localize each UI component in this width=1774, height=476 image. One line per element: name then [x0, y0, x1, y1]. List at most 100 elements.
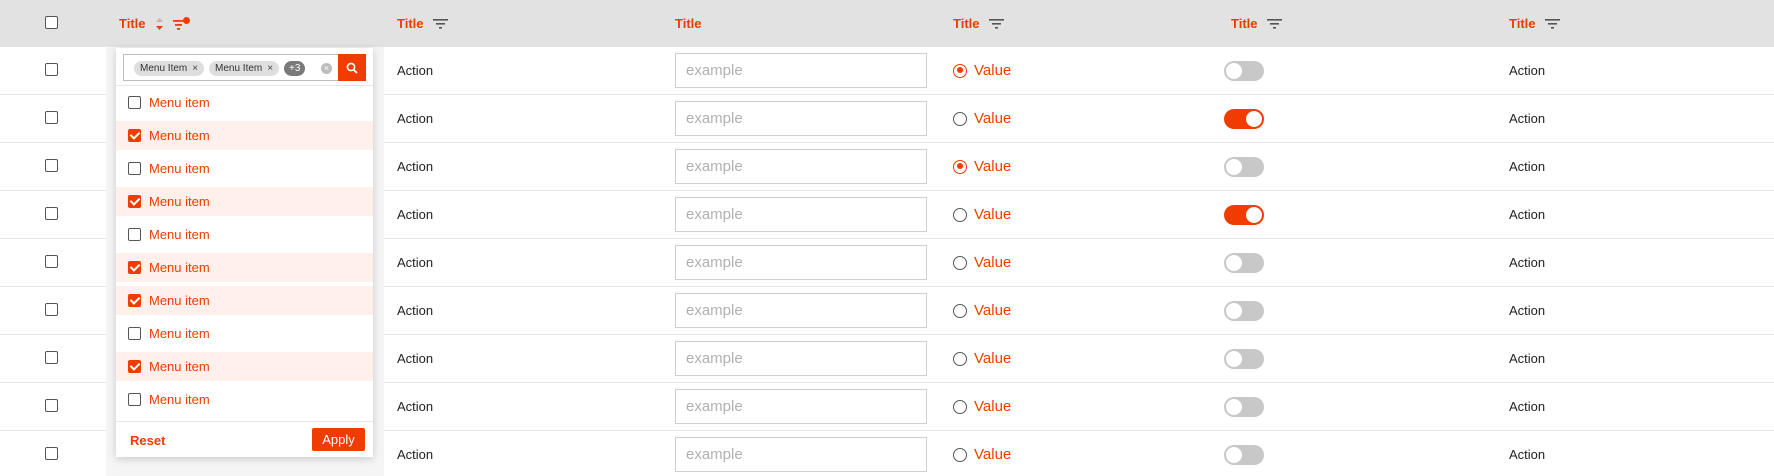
action-link[interactable]: Action	[397, 399, 433, 414]
radio-button[interactable]	[953, 255, 967, 270]
radio-option[interactable]: Value	[953, 350, 1011, 367]
option-checkbox[interactable]	[128, 162, 141, 175]
action-link[interactable]: Action	[1509, 399, 1545, 414]
action-link[interactable]: Action	[397, 207, 433, 222]
radio-button[interactable]	[953, 207, 967, 222]
row-checkbox[interactable]	[45, 447, 58, 460]
radio-button[interactable]	[953, 111, 967, 126]
radio-button[interactable]	[953, 351, 967, 366]
action-link[interactable]: Action	[1509, 447, 1545, 462]
more-chips-count[interactable]: +3	[284, 61, 306, 76]
action-link[interactable]: Action	[1509, 159, 1545, 174]
radio-button[interactable]	[953, 63, 967, 78]
filter-icon[interactable]	[988, 18, 1004, 30]
toggle-switch[interactable]	[1224, 301, 1264, 321]
action-link[interactable]: Action	[397, 159, 433, 174]
row-checkbox[interactable]	[45, 207, 58, 220]
toggle-switch[interactable]	[1224, 349, 1264, 369]
selected-chip[interactable]: Menu Item ×	[134, 61, 205, 76]
text-input[interactable]: example	[675, 149, 927, 184]
filter-icon[interactable]	[1266, 18, 1282, 30]
text-input[interactable]: example	[675, 389, 927, 424]
filter-option[interactable]: Menu item	[116, 286, 373, 315]
toggle-switch[interactable]	[1224, 253, 1264, 273]
text-input[interactable]: example	[675, 245, 927, 280]
action-link[interactable]: Action	[1509, 303, 1545, 318]
option-checkbox[interactable]	[128, 360, 141, 373]
text-input[interactable]: example	[675, 293, 927, 328]
text-input[interactable]: example	[675, 341, 927, 376]
action-link[interactable]: Action	[397, 447, 433, 462]
filter-option[interactable]: Menu item	[116, 220, 373, 249]
row-checkbox[interactable]	[45, 399, 58, 412]
action-link[interactable]: Action	[1509, 207, 1545, 222]
option-checkbox[interactable]	[128, 195, 141, 208]
filter-option[interactable]: Menu item	[116, 253, 373, 282]
text-input[interactable]: example	[675, 437, 927, 472]
text-input[interactable]: example	[675, 101, 927, 136]
filter-active-icon[interactable]	[172, 16, 191, 31]
column-header-2[interactable]: Title	[397, 0, 448, 47]
filter-icon[interactable]	[1544, 18, 1560, 30]
row-checkbox[interactable]	[45, 303, 58, 316]
radio-button[interactable]	[953, 303, 967, 318]
selected-chip[interactable]: Menu Item ×	[209, 61, 280, 76]
radio-button[interactable]	[953, 159, 967, 174]
option-checkbox[interactable]	[128, 327, 141, 340]
filter-option[interactable]: Menu item	[116, 319, 373, 348]
reset-button[interactable]: Reset	[130, 433, 165, 448]
search-button[interactable]	[338, 54, 366, 81]
option-checkbox[interactable]	[128, 228, 141, 241]
toggle-switch[interactable]	[1224, 445, 1264, 465]
radio-option[interactable]: Value	[953, 398, 1011, 415]
chip-remove-icon[interactable]: ×	[192, 63, 198, 74]
radio-option[interactable]: Value	[953, 110, 1011, 127]
option-checkbox[interactable]	[128, 393, 141, 406]
radio-option[interactable]: Value	[953, 254, 1011, 271]
radio-option[interactable]: Value	[953, 302, 1011, 319]
action-link[interactable]: Action	[1509, 351, 1545, 366]
row-checkbox[interactable]	[45, 159, 58, 172]
column-header-3[interactable]: Title	[675, 0, 702, 47]
action-link[interactable]: Action	[397, 351, 433, 366]
filter-option[interactable]: Menu item	[116, 88, 373, 117]
row-checkbox[interactable]	[45, 351, 58, 364]
filter-option[interactable]: Menu item	[116, 154, 373, 183]
text-input[interactable]: example	[675, 197, 927, 232]
option-checkbox[interactable]	[128, 294, 141, 307]
radio-option[interactable]: Value	[953, 158, 1011, 175]
select-all-checkbox[interactable]	[45, 16, 58, 29]
row-checkbox[interactable]	[45, 63, 58, 76]
toggle-switch[interactable]	[1224, 397, 1264, 417]
toggle-switch[interactable]	[1224, 157, 1264, 177]
filter-icon[interactable]	[432, 18, 448, 30]
column-header-1[interactable]: Title	[119, 0, 191, 47]
filter-option[interactable]: Menu item	[116, 385, 373, 414]
radio-option[interactable]: Value	[953, 62, 1011, 79]
toggle-switch[interactable]	[1224, 61, 1264, 81]
action-link[interactable]: Action	[397, 255, 433, 270]
column-header-6[interactable]: Title	[1509, 0, 1560, 47]
toggle-switch[interactable]	[1224, 109, 1264, 129]
option-checkbox[interactable]	[128, 96, 141, 109]
filter-option[interactable]: Menu item	[116, 121, 373, 150]
filter-option[interactable]: Menu item	[116, 352, 373, 381]
chip-remove-icon[interactable]: ×	[267, 63, 273, 74]
column-header-5[interactable]: Title	[1231, 0, 1282, 47]
option-checkbox[interactable]	[128, 129, 141, 142]
action-link[interactable]: Action	[397, 111, 433, 126]
action-link[interactable]: Action	[397, 303, 433, 318]
action-link[interactable]: Action	[1509, 255, 1545, 270]
action-link[interactable]: Action	[1509, 63, 1545, 78]
filter-option[interactable]: Menu item	[116, 187, 373, 216]
radio-button[interactable]	[953, 399, 967, 414]
apply-button[interactable]: Apply	[312, 428, 365, 451]
row-checkbox[interactable]	[45, 255, 58, 268]
toggle-switch[interactable]	[1224, 205, 1264, 225]
action-link[interactable]: Action	[1509, 111, 1545, 126]
radio-button[interactable]	[953, 447, 967, 462]
radio-option[interactable]: Value	[953, 206, 1011, 223]
text-input[interactable]: example	[675, 53, 927, 88]
column-header-4[interactable]: Title	[953, 0, 1004, 47]
clear-icon[interactable]: ×	[321, 63, 332, 74]
